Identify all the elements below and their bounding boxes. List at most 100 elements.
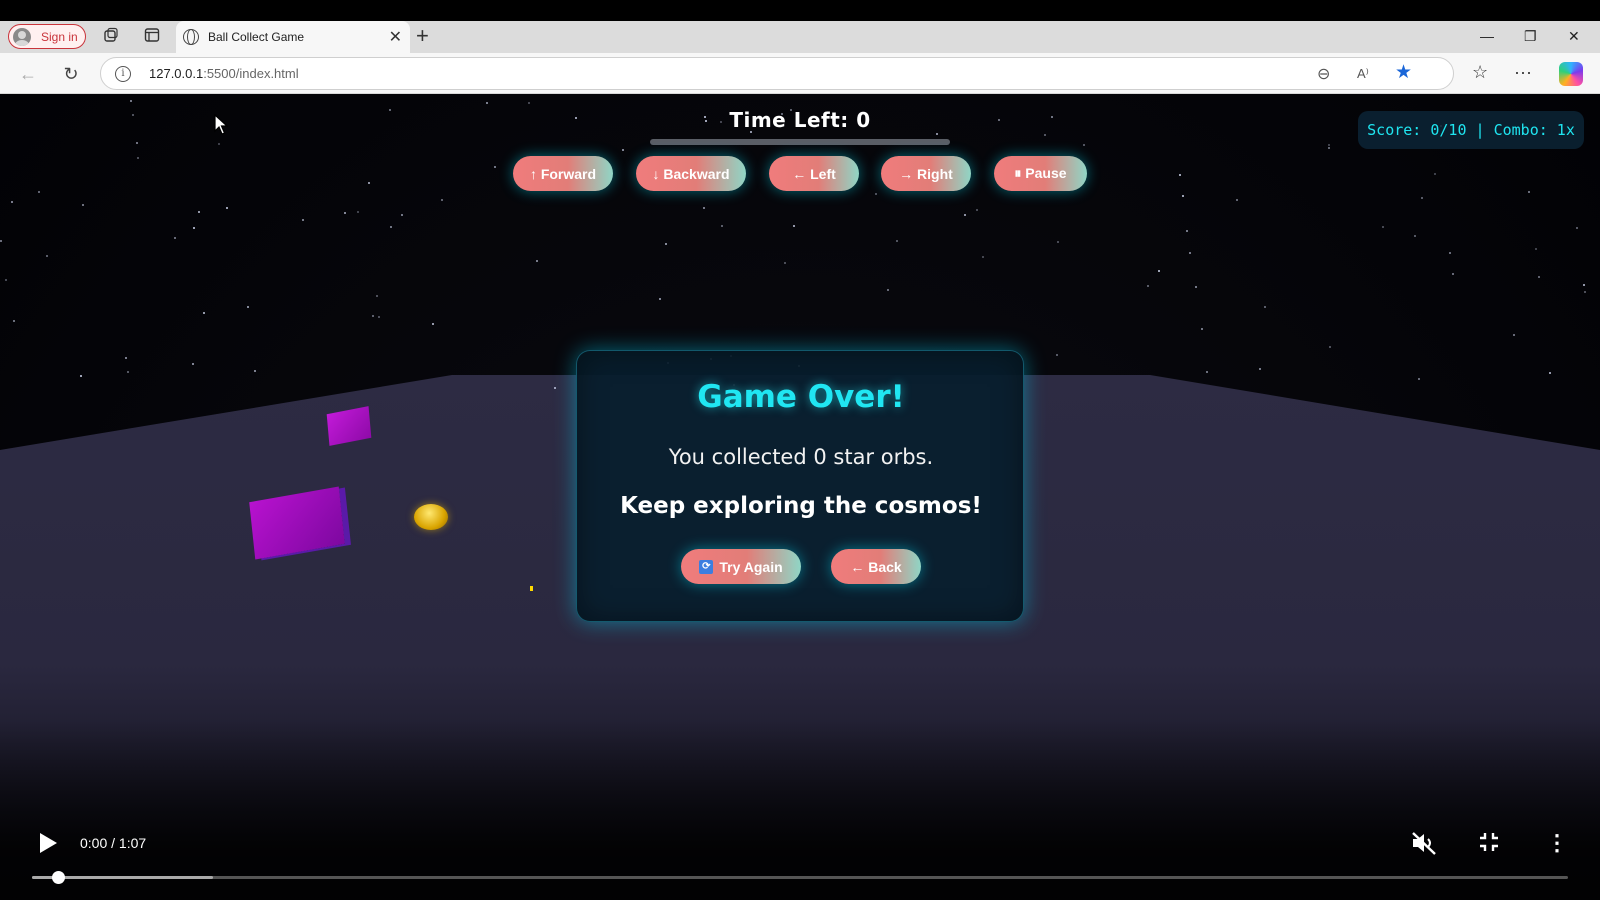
background-star bbox=[1414, 235, 1416, 237]
background-star bbox=[554, 387, 556, 389]
background-star bbox=[982, 256, 984, 258]
background-star bbox=[226, 207, 228, 209]
background-star bbox=[793, 225, 795, 227]
background-star bbox=[887, 289, 889, 291]
background-star bbox=[1538, 276, 1540, 278]
background-star bbox=[1056, 354, 1058, 356]
background-star bbox=[1576, 227, 1578, 229]
restore-icon[interactable]: ❐ bbox=[1524, 25, 1537, 47]
background-star bbox=[1182, 195, 1184, 197]
close-window-icon[interactable]: ✕ bbox=[1568, 25, 1580, 47]
background-star bbox=[198, 211, 200, 213]
background-star bbox=[1452, 273, 1454, 275]
background-star bbox=[192, 363, 194, 365]
background-star bbox=[976, 209, 978, 211]
background-star bbox=[1382, 226, 1384, 228]
background-star bbox=[1421, 197, 1423, 199]
url-host: 127.0.0.1 bbox=[149, 66, 204, 81]
pause-button[interactable]: ⏸ Pause bbox=[994, 156, 1087, 191]
video-seek-knob[interactable] bbox=[52, 871, 65, 884]
minimize-icon[interactable]: — bbox=[1480, 25, 1494, 47]
background-star bbox=[372, 315, 374, 317]
background-star bbox=[0, 240, 2, 242]
background-star bbox=[964, 214, 966, 216]
tab-title: Ball Collect Game bbox=[208, 30, 305, 44]
try-again-button[interactable]: ⟳ Try Again bbox=[681, 549, 801, 584]
video-more-options-icon[interactable]: ⋮ bbox=[1546, 830, 1568, 856]
background-star bbox=[494, 166, 496, 168]
encouragement-message: Keep exploring the cosmos! bbox=[620, 493, 982, 519]
background-star bbox=[1201, 328, 1203, 330]
close-tab-icon[interactable]: ✕ bbox=[389, 27, 402, 47]
game-over-title: Game Over! bbox=[697, 379, 905, 415]
background-star bbox=[38, 191, 40, 193]
collected-message: You collected 0 star orbs. bbox=[668, 445, 934, 469]
background-star bbox=[1083, 144, 1085, 146]
reload-icon[interactable]: ↻ bbox=[59, 62, 83, 86]
background-star bbox=[344, 212, 346, 214]
background-star bbox=[1549, 372, 1551, 374]
background-star bbox=[378, 316, 380, 318]
background-star bbox=[376, 295, 378, 297]
read-aloud-icon[interactable]: A⁾ bbox=[1357, 66, 1369, 82]
forward-button[interactable]: ↑ Forward bbox=[513, 156, 613, 191]
site-info-icon[interactable]: i bbox=[115, 66, 131, 82]
workspaces-icon[interactable] bbox=[101, 27, 121, 47]
tab-actions-icon[interactable] bbox=[142, 27, 162, 47]
background-star bbox=[441, 199, 443, 201]
video-time: 0:00 / 1:07 bbox=[80, 835, 147, 851]
background-star bbox=[1328, 147, 1330, 149]
background-star bbox=[875, 193, 877, 195]
tab-ball-collect-game[interactable]: Ball Collect Game ✕ bbox=[176, 21, 410, 53]
background-star bbox=[1434, 173, 1436, 175]
background-star bbox=[1584, 291, 1586, 293]
background-star bbox=[1206, 371, 1208, 373]
more-options-icon[interactable]: ··· bbox=[1514, 62, 1532, 83]
refresh-icon: ⟳ bbox=[699, 559, 714, 574]
background-star bbox=[1147, 285, 1149, 287]
url-text: 127.0.0.1:5500/index.html bbox=[149, 66, 299, 81]
backward-button[interactable]: ↓ Backward bbox=[636, 156, 746, 191]
copilot-icon[interactable] bbox=[1559, 62, 1583, 86]
background-star bbox=[1179, 174, 1181, 176]
profile-icon bbox=[13, 27, 31, 46]
zoom-out-icon[interactable]: ⊖ bbox=[1317, 64, 1330, 84]
right-button[interactable]: → Right bbox=[881, 156, 971, 191]
background-star bbox=[536, 260, 538, 262]
background-star bbox=[528, 102, 530, 104]
background-star bbox=[1583, 284, 1585, 286]
address-field[interactable]: i 127.0.0.1:5500/index.html ⊖ A⁾ ★ bbox=[100, 57, 1454, 90]
sign-in-button[interactable]: Sign in bbox=[8, 24, 86, 49]
background-star bbox=[486, 102, 488, 104]
time-progress-bar bbox=[650, 139, 950, 145]
background-star bbox=[390, 226, 392, 228]
new-tab-button[interactable]: + bbox=[416, 25, 429, 47]
left-button[interactable]: ← Left bbox=[769, 156, 859, 191]
globe-icon bbox=[183, 29, 199, 45]
favorite-star-icon[interactable]: ★ bbox=[1395, 61, 1412, 84]
background-star bbox=[1418, 378, 1420, 380]
background-star bbox=[174, 237, 176, 239]
background-star bbox=[401, 214, 403, 216]
muted-speaker-icon[interactable] bbox=[1410, 830, 1438, 862]
favorites-icon[interactable]: ☆ bbox=[1472, 62, 1488, 83]
game-over-dialog: Game Over! You collected 0 star orbs. Ke… bbox=[576, 350, 1024, 622]
tab-bar: Sign in Ball Collect Game ✕ + — ❐ ✕ bbox=[0, 21, 1600, 53]
background-star bbox=[1513, 334, 1515, 336]
video-seek-bar[interactable] bbox=[32, 871, 1568, 884]
background-star bbox=[1186, 230, 1188, 232]
background-star bbox=[5, 279, 7, 281]
url-path: :5500/index.html bbox=[203, 66, 299, 81]
background-star bbox=[721, 225, 723, 227]
screen-top-strip bbox=[0, 0, 1600, 21]
play-icon[interactable] bbox=[40, 833, 57, 853]
back-button[interactable]: ← Back bbox=[831, 549, 921, 584]
background-star bbox=[125, 357, 127, 359]
background-star bbox=[1264, 306, 1266, 308]
exit-fullscreen-icon[interactable] bbox=[1477, 830, 1501, 860]
back-arrow-icon[interactable]: ← bbox=[16, 62, 40, 86]
background-star bbox=[137, 157, 139, 159]
background-star bbox=[82, 204, 84, 206]
background-star bbox=[1259, 368, 1261, 370]
background-star bbox=[1329, 346, 1331, 348]
